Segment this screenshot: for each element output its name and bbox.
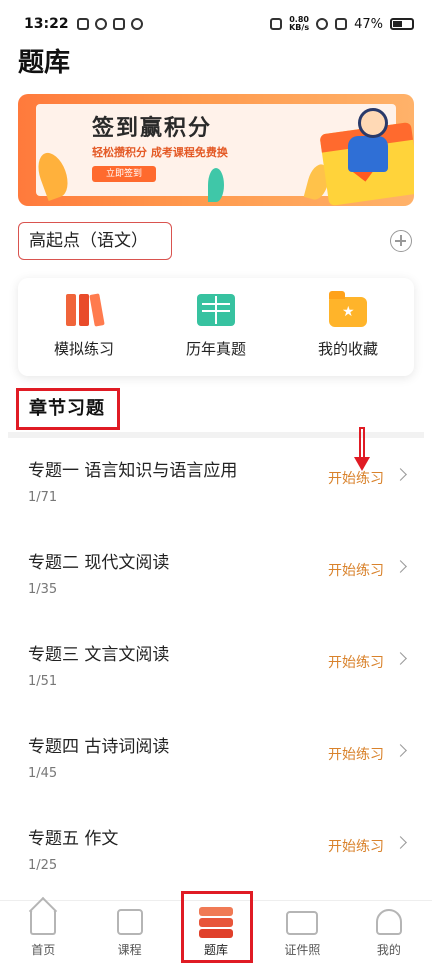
quick-action-label: 模拟练习 [53, 340, 114, 358]
banner-title: 签到赢积分 [92, 116, 213, 141]
person-illustration [348, 136, 388, 172]
quick-action-label: 历年真题 [185, 340, 246, 358]
question-bank-page: 13:22 0.80 KB/s 47% 题库 签到赢积分 轻松攒积分 成考课程免… [0, 0, 432, 964]
crown-icon [130, 18, 143, 30]
section-title: 章节习题 [16, 388, 120, 430]
topic-progress: 1/45 [28, 766, 58, 781]
home-icon [30, 909, 57, 935]
status-notification-icons [76, 18, 143, 30]
topic-name: 专题四 古诗词阅读 [28, 737, 170, 757]
nav-id-photo[interactable]: 证件照 [259, 901, 345, 964]
start-practice-button[interactable]: 开始练习 [328, 744, 384, 764]
nav-label: 首页 [31, 943, 56, 957]
quick-action-label: 我的收藏 [317, 340, 378, 358]
nav-label: 课程 [117, 943, 142, 957]
topic-progress: 1/51 [28, 674, 58, 689]
topic-progress: 1/35 [28, 582, 58, 597]
start-practice-button[interactable]: 开始练习 [328, 652, 384, 672]
no-sim-icon [335, 18, 348, 30]
add-subject-icon[interactable] [390, 230, 412, 252]
open-book-icon [197, 294, 235, 328]
topic-row[interactable]: 专题三 文言文阅读 1/51 开始练习 [0, 622, 432, 712]
quick-action-past-papers[interactable]: 历年真题 [150, 278, 282, 376]
user-icon [375, 909, 402, 935]
page-title: 题库 [18, 48, 71, 78]
topic-row[interactable]: 专题二 现代文阅读 1/35 开始练习 [0, 530, 432, 620]
course-icon [116, 909, 143, 935]
chevron-right-icon [394, 744, 407, 757]
books-icon [65, 293, 105, 328]
chevron-right-icon [394, 836, 407, 849]
checkin-button[interactable]: 立即签到 [92, 166, 156, 182]
nav-courses[interactable]: 课程 [86, 901, 172, 964]
checkin-banner[interactable]: 签到赢积分 轻松攒积分 成考课程免费换 立即签到 [18, 94, 414, 206]
quick-action-mock-exam[interactable]: 模拟练习 [18, 278, 150, 376]
topic-progress: 1/71 [28, 490, 58, 505]
topic-row[interactable]: 专题五 作文 1/25 开始练习 [0, 806, 432, 896]
chevron-right-icon [394, 652, 407, 665]
nav-label: 证件照 [284, 943, 321, 957]
status-right: 0.80 KB/s 47% [270, 16, 414, 32]
leaf-decoration [208, 168, 224, 202]
topic-row[interactable]: 专题四 古诗词阅读 1/45 开始练习 [0, 714, 432, 804]
net-speed-unit: KB/s [289, 23, 310, 32]
subject-selector[interactable]: 高起点（语文） [18, 222, 172, 260]
banner-subtitle: 轻松攒积分 成考课程免费换 [92, 146, 228, 159]
battery-percent: 47% [354, 16, 383, 32]
net-speed: 0.80 KB/s [289, 16, 309, 32]
active-tab-highlight [181, 891, 253, 963]
topic-name: 专题三 文言文阅读 [28, 645, 170, 665]
quick-actions-card: 模拟练习 历年真题 ★ 我的收藏 [18, 278, 414, 376]
tiktok-icon [112, 18, 125, 30]
topic-name: 专题五 作文 [28, 829, 119, 849]
vibrate-icon [270, 18, 283, 30]
topic-name: 专题一 语言知识与语言应用 [28, 461, 238, 481]
nav-home[interactable]: 首页 [0, 901, 86, 964]
chevron-right-icon [394, 468, 407, 481]
nav-label: 我的 [376, 943, 401, 957]
chevron-right-icon [394, 560, 407, 573]
topic-progress: 1/25 [28, 858, 58, 873]
topic-name: 专题二 现代文阅读 [28, 553, 170, 573]
notification-icon [76, 18, 89, 30]
start-practice-button[interactable]: 开始练习 [328, 836, 384, 856]
nav-mine[interactable]: 我的 [346, 901, 432, 964]
app-notification-icon [94, 18, 107, 30]
wifi-icon [316, 18, 329, 30]
status-time: 13:22 [24, 16, 69, 32]
start-practice-button[interactable]: 开始练习 [328, 560, 384, 580]
quick-action-favorites[interactable]: ★ 我的收藏 [282, 278, 414, 376]
star-folder-icon: ★ [329, 291, 367, 328]
id-photo-icon [286, 911, 319, 935]
battery-icon [390, 18, 414, 30]
status-bar: 13:22 0.80 KB/s 47% [0, 0, 432, 48]
arrow-down-icon [354, 427, 370, 473]
person-head-illustration [358, 108, 388, 138]
